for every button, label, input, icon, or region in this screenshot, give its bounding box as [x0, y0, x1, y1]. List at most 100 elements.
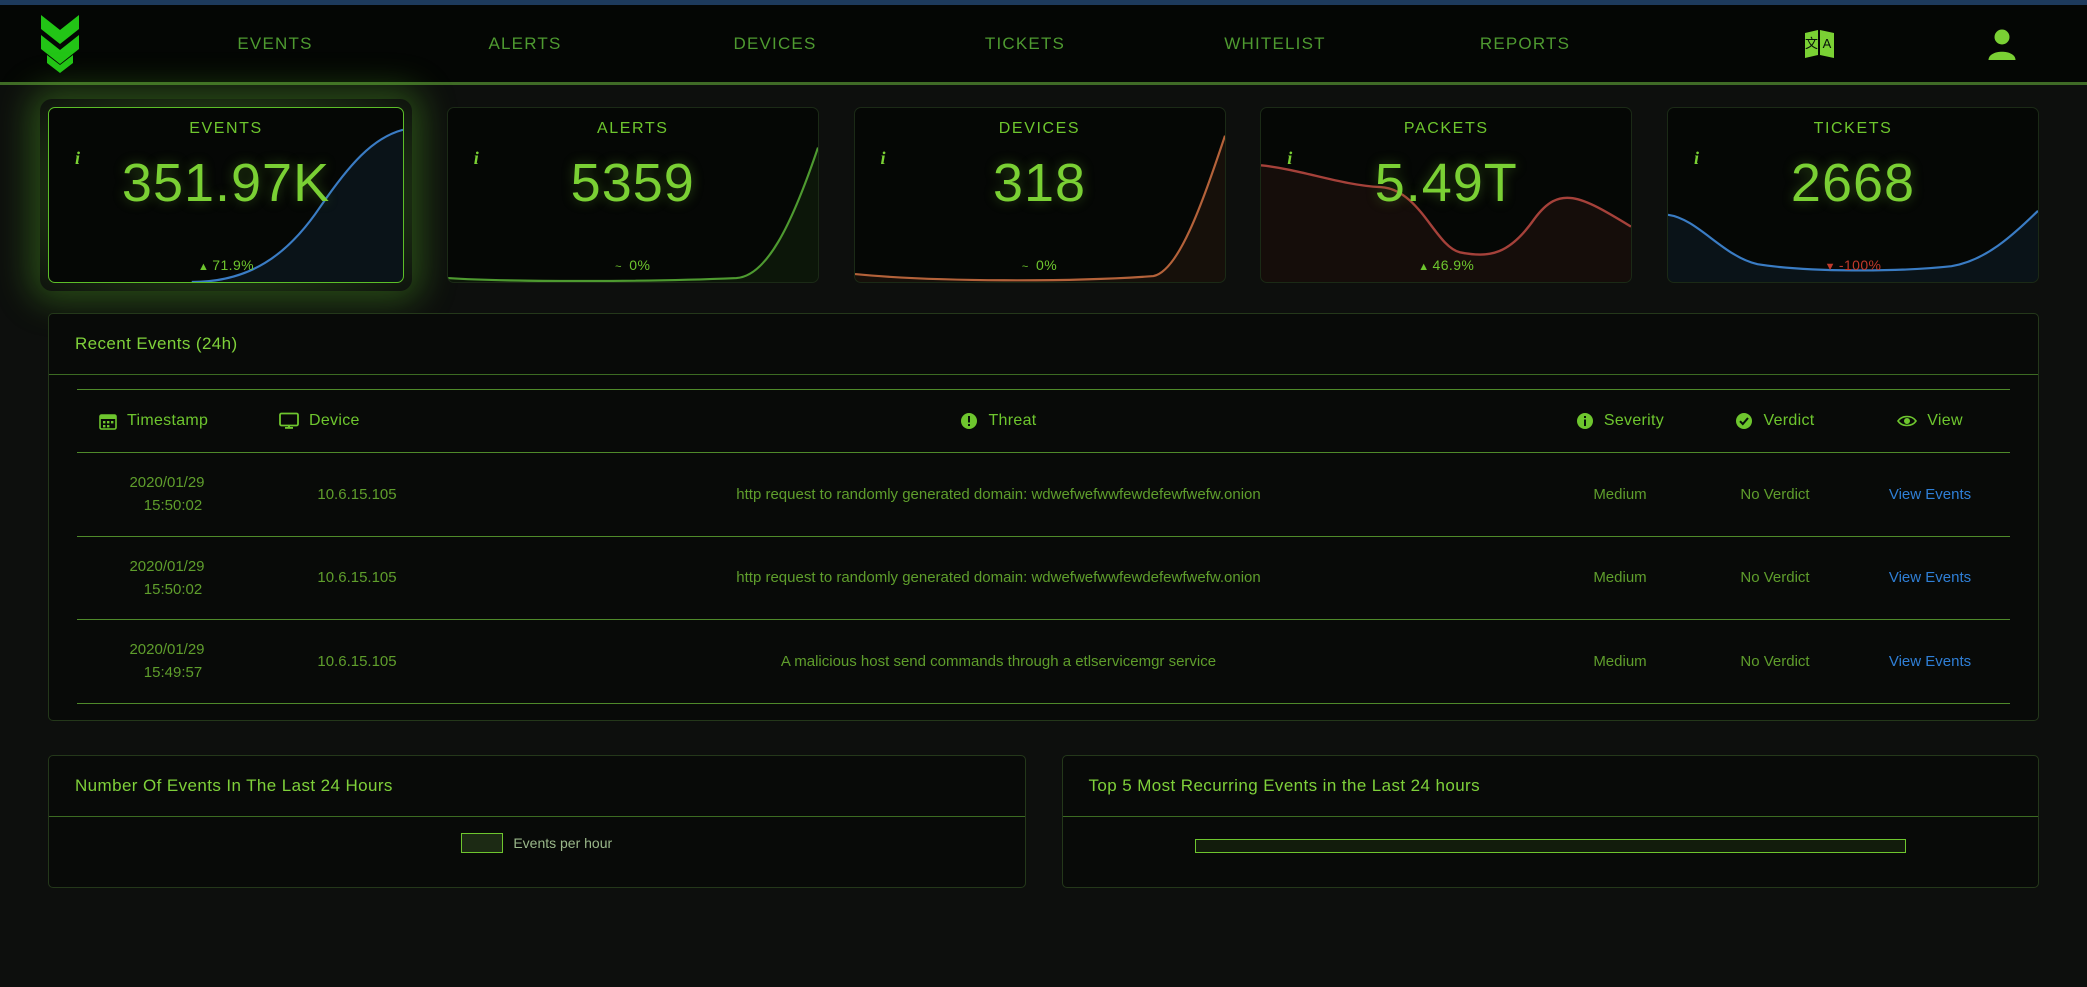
cell-severity: Medium	[1540, 619, 1700, 704]
trend-flat-icon: ~	[1021, 261, 1029, 273]
kpi-card-tickets[interactable]: i TICKETS 2668 ▼ -100%	[1667, 107, 2039, 283]
column-header-view[interactable]: View	[1850, 389, 2010, 453]
kpi-info-icon-tickets[interactable]: i	[1694, 148, 1699, 169]
legend-swatch-icon	[461, 832, 504, 853]
user-account-icon[interactable]	[1987, 27, 2017, 61]
events-chart-body: Events per hour	[49, 817, 1025, 887]
nav-right-actions: 文 A	[1803, 27, 2087, 61]
trend-up-icon: ▲	[198, 261, 210, 273]
kpi-card-devices[interactable]: i DEVICES 318 ~ 0%	[853, 107, 1226, 283]
cell-threat: A malicious host send commands through a…	[457, 619, 1540, 704]
top-recurring-title: Top 5 Most Recurring Events in the Last …	[1062, 756, 2038, 817]
kpi-delta-value-alerts: 0%	[629, 257, 651, 273]
cell-timestamp: 2020/01/29 15:49:57	[77, 619, 257, 704]
kpi-delta-devices: ~ 0%	[855, 257, 1225, 273]
cell-view: View Events	[1850, 536, 2010, 620]
top-recurring-body	[1063, 817, 2039, 887]
view-events-link[interactable]: View Events	[1889, 569, 1971, 586]
column-label-view: View	[1927, 412, 1963, 429]
cell-timestamp-date: 2020/01/29	[129, 557, 205, 575]
kpi-value-alerts: 5359	[570, 153, 695, 213]
column-header-device[interactable]: Device	[257, 389, 457, 453]
view-events-link[interactable]: View Events	[1889, 486, 1971, 503]
calendar-icon	[99, 414, 117, 430]
column-label-threat: Threat	[988, 412, 1037, 429]
kpi-delta-value-packets: 46.9%	[1432, 257, 1475, 273]
kpi-card-alerts[interactable]: i ALERTS 5359 ~ 0%	[446, 107, 819, 283]
main-navbar: EVENTS ALERTS DEVICES TICKETS WHITELIST …	[0, 5, 2087, 85]
trend-up-icon: ▲	[1418, 261, 1430, 273]
kpi-delta-tickets: ▼ -100%	[1668, 257, 2038, 273]
kpi-title-devices: DEVICES	[998, 120, 1081, 137]
column-label-device: Device	[309, 412, 360, 429]
kpi-value-devices: 318	[992, 153, 1087, 213]
column-header-severity[interactable]: Severity	[1540, 389, 1700, 453]
cell-timestamp-time: 15:49:57	[143, 664, 203, 682]
column-header-verdict[interactable]: Verdict	[1700, 389, 1850, 453]
events-chart-title: Number Of Events In The Last 24 Hours	[49, 756, 1025, 817]
kpi-info-icon-alerts[interactable]: i	[474, 148, 479, 169]
cell-verdict: No Verdict	[1700, 452, 1850, 537]
kpi-card-row: i EVENTS 351.97K ▲ 71.9% i ALERTS 5359 ~ …	[0, 85, 2087, 291]
kpi-title-packets: PACKETS	[1403, 120, 1489, 137]
app-logo[interactable]	[0, 13, 120, 75]
table-row[interactable]: 2020/01/29 15:50:02 10.6.15.105 http req…	[77, 536, 2010, 620]
cell-device: 10.6.15.105	[257, 536, 457, 620]
recent-events-table-body: Timestamp Device Threat Severity Verdict…	[49, 375, 2038, 720]
nav-item-tickets[interactable]: TICKETS	[900, 34, 1150, 54]
kpi-card-devices-wrapper: i DEVICES 318 ~ 0%	[853, 107, 1226, 291]
cell-verdict: No Verdict	[1700, 619, 1850, 704]
cell-view: View Events	[1850, 452, 2010, 537]
view-events-link[interactable]: View Events	[1889, 653, 1971, 670]
cell-device: 10.6.15.105	[257, 452, 457, 537]
kpi-title-alerts: ALERTS	[596, 120, 669, 137]
kpi-title-events: EVENTS	[189, 120, 263, 137]
column-header-timestamp[interactable]: Timestamp	[77, 389, 257, 453]
svg-text:文: 文	[1805, 36, 1818, 51]
nav-item-devices[interactable]: DEVICES	[650, 34, 900, 54]
cell-view: View Events	[1850, 619, 2010, 704]
table-row[interactable]: 2020/01/29 15:50:02 10.6.15.105 http req…	[77, 452, 2010, 537]
kpi-value-packets: 5.49T	[1374, 153, 1518, 213]
column-header-threat[interactable]: Threat	[457, 389, 1540, 453]
language-translate-icon[interactable]: 文 A	[1803, 27, 1837, 61]
nav-item-reports[interactable]: REPORTS	[1400, 34, 1650, 54]
cell-timestamp-date: 2020/01/29	[129, 474, 205, 491]
kpi-delta-events: ▲ 71.9%	[49, 257, 403, 273]
cell-verdict: No Verdict	[1700, 536, 1850, 620]
nav-item-events[interactable]: EVENTS	[150, 34, 400, 54]
kpi-delta-value-devices: 0%	[1036, 257, 1058, 273]
table-body: 2020/01/29 15:50:02 10.6.15.105 http req…	[77, 452, 2010, 704]
exclamation-circle-icon	[961, 413, 978, 429]
column-label-verdict: Verdict	[1763, 412, 1815, 429]
svg-text:A: A	[1823, 36, 1832, 51]
kpi-delta-value-tickets: -100%	[1838, 257, 1882, 273]
kpi-value-tickets: 2668	[1790, 153, 1916, 213]
kpi-card-alerts-wrapper: i ALERTS 5359 ~ 0%	[446, 107, 819, 291]
recent-events-panel: Recent Events (24h) Timestamp Device Thr…	[48, 313, 2039, 721]
events-chart-legend: Events per hour	[69, 832, 1005, 853]
nav-item-whitelist[interactable]: WHITELIST	[1150, 34, 1400, 54]
top-recurring-panel: Top 5 Most Recurring Events in the Last …	[1061, 754, 2039, 888]
cell-timestamp-time: 15:50:02	[143, 580, 203, 598]
kpi-value-events: 351.97K	[121, 153, 331, 213]
kpi-card-packets[interactable]: i PACKETS 5.49T ▲ 46.9%	[1260, 107, 1633, 283]
kpi-delta-value-events: 71.9%	[212, 257, 254, 273]
cell-severity: Medium	[1540, 536, 1700, 620]
recent-events-table: Timestamp Device Threat Severity Verdict…	[77, 389, 2010, 704]
column-label-severity: Severity	[1603, 412, 1665, 429]
nav-item-alerts[interactable]: ALERTS	[400, 34, 650, 54]
chevron-double-down-logo-icon	[41, 14, 79, 73]
kpi-card-events-wrapper: i EVENTS 351.97K ▲ 71.9%	[40, 99, 412, 291]
column-label-timestamp: Timestamp	[127, 412, 209, 429]
table-row[interactable]: 2020/01/29 15:49:57 10.6.15.105 A malici…	[77, 619, 2010, 704]
kpi-info-icon-events[interactable]: i	[75, 148, 80, 169]
kpi-card-tickets-wrapper: i TICKETS 2668 ▼ -100%	[1667, 107, 2039, 291]
kpi-card-events[interactable]: i EVENTS 351.97K ▲ 71.9%	[48, 107, 404, 283]
cell-timestamp-time: 15:50:02	[143, 497, 203, 515]
bottom-charts-row: Number Of Events In The Last 24 Hours Ev…	[0, 721, 2087, 888]
kpi-info-icon-devices[interactable]: i	[881, 148, 886, 169]
cell-severity: Medium	[1540, 452, 1700, 537]
kpi-info-icon-packets[interactable]: i	[1287, 148, 1292, 169]
cell-device: 10.6.15.105	[257, 619, 457, 704]
